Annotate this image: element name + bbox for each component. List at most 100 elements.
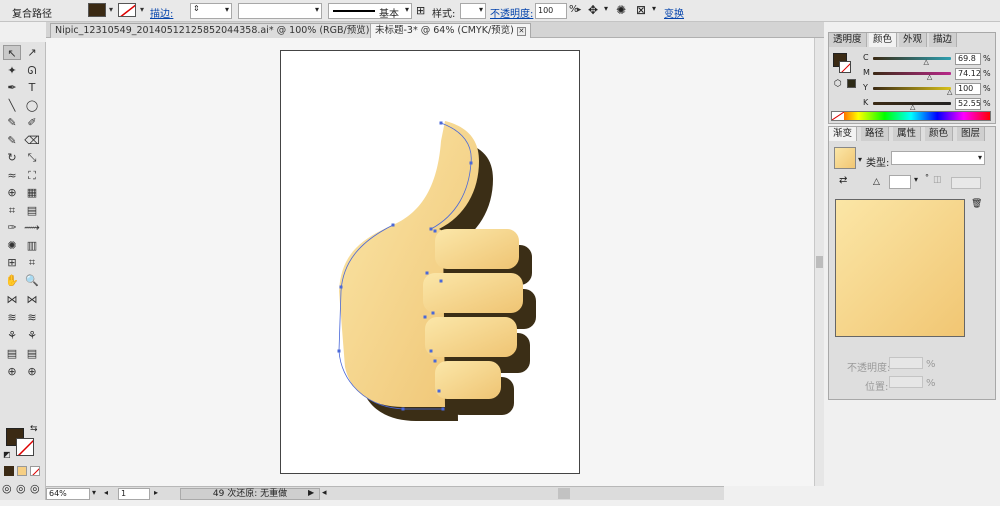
channel-value-k[interactable]: 52.55: [955, 98, 981, 110]
anchor-point[interactable]: [439, 279, 443, 283]
zoom-tool-icon[interactable]: 🔍: [23, 273, 41, 288]
live-paint-tool-icon[interactable]: ⚘: [3, 328, 21, 343]
angle-input[interactable]: [889, 175, 911, 189]
recolor-artwork-icon[interactable]: ✥: [588, 3, 598, 17]
color-panel-tab-3[interactable]: 描边: [929, 33, 958, 47]
recolor-arrow[interactable]: ▾: [604, 4, 608, 13]
out-of-gamut-icon[interactable]: ⬡: [834, 79, 842, 89]
reverse-gradient-icon[interactable]: ⇄: [839, 175, 847, 186]
ellipse-tool-icon[interactable]: ◯: [23, 98, 41, 113]
channel-slider-y[interactable]: [873, 87, 951, 90]
default-colors-icon[interactable]: ◩: [3, 450, 11, 459]
style-dropdown[interactable]: ▾: [460, 3, 486, 19]
hand-tool-icon[interactable]: ✋: [3, 273, 21, 288]
slice-tool-icon[interactable]: ⌗: [23, 255, 41, 270]
gradient-panel-tab-4[interactable]: 图层: [957, 127, 986, 141]
magic-wand-tool-icon[interactable]: ✦: [3, 63, 21, 78]
gradient-panel-tab-3[interactable]: 颜色: [925, 127, 954, 141]
draw-behind-icon[interactable]: ◎: [16, 482, 26, 495]
perspective-grid-tool-icon[interactable]: ▤: [3, 346, 21, 361]
crosshair-alt-tool-icon[interactable]: ⊕: [23, 364, 41, 379]
warp-tool-icon[interactable]: ⋈: [3, 292, 21, 307]
anchor-point[interactable]: [429, 227, 433, 231]
anchor-point[interactable]: [439, 121, 443, 125]
eraser-tool-icon[interactable]: ⌫: [23, 133, 41, 148]
perspective-grid-alt-tool-icon[interactable]: ▤: [23, 346, 41, 361]
color-panel-tab-2[interactable]: 外观: [899, 33, 928, 47]
transform-link[interactable]: 变换: [664, 5, 684, 20]
stroke-color-icon[interactable]: [839, 61, 851, 73]
channel-slider-c[interactable]: [873, 57, 951, 60]
rotate-tool-icon[interactable]: ↻: [3, 150, 21, 165]
gamut-swatch[interactable]: [847, 79, 856, 88]
gradient-type-select[interactable]: ▾: [891, 151, 985, 165]
anchor-point[interactable]: [431, 311, 435, 315]
anchor-point[interactable]: [423, 315, 427, 319]
paintbrush-tool-icon[interactable]: ✎: [3, 115, 21, 130]
fill-color-swatch[interactable]: [88, 3, 106, 17]
draw-inside-icon[interactable]: ◎: [30, 482, 40, 495]
channel-thumb-m[interactable]: △: [927, 73, 932, 81]
anchor-point[interactable]: [391, 223, 395, 227]
anchor-point[interactable]: [401, 407, 405, 411]
fill-dropdown-arrow[interactable]: ▾: [107, 3, 115, 17]
tab-document-2[interactable]: 未标题-3* @ 64% (CMYK/预览) ✕: [370, 23, 531, 38]
stroke-color-icon[interactable]: [16, 438, 34, 456]
stroke-weight-input[interactable]: ⇕ ▾: [190, 3, 232, 19]
lasso-tool-icon[interactable]: ᘏ: [23, 63, 41, 78]
opacity-label[interactable]: 不透明度:: [490, 5, 533, 20]
column-graph-tool-icon[interactable]: ▥: [23, 238, 41, 253]
thumbs-up-artwork[interactable]: [281, 51, 581, 475]
artboard-tool-icon[interactable]: ⊞: [3, 255, 21, 270]
crosshair-tool-icon[interactable]: ⊕: [3, 364, 21, 379]
tab-document-1[interactable]: Nipic_12310549_20140512125852044358.ai* …: [50, 23, 387, 38]
mesh-tool-icon[interactable]: ⌗: [3, 203, 21, 218]
scale-tool-icon[interactable]: ⤡: [23, 150, 41, 165]
anchor-point[interactable]: [437, 389, 441, 393]
channel-value-c[interactable]: 69.8: [955, 53, 981, 65]
color-mode-icon[interactable]: [4, 466, 14, 476]
color-spectrum[interactable]: [831, 111, 991, 121]
next-artboard-icon[interactable]: ▸: [154, 488, 158, 497]
artboard[interactable]: [280, 50, 580, 474]
anchor-point[interactable]: [433, 359, 437, 363]
anchor-point[interactable]: [337, 349, 341, 353]
gradient-thumbnail[interactable]: [834, 147, 856, 169]
color-panel-tab-1[interactable]: 颜色: [869, 33, 898, 47]
opacity-arrow[interactable]: ▸: [575, 3, 583, 17]
zoom-select[interactable]: 64%: [46, 488, 90, 500]
blend-tool-icon[interactable]: ⟿: [23, 220, 41, 235]
anchor-point[interactable]: [469, 161, 473, 165]
type-tool-icon[interactable]: T: [23, 80, 41, 95]
live-paint-alt-tool-icon[interactable]: ⚘: [23, 328, 41, 343]
gradient-tool-icon[interactable]: ▤: [23, 203, 41, 218]
aspect-ratio-input[interactable]: [951, 177, 981, 189]
gradient-panel-tab-1[interactable]: 路径: [861, 127, 890, 141]
pencil-tool-icon[interactable]: ✐: [23, 115, 41, 130]
channel-value-y[interactable]: 100: [955, 83, 981, 95]
channel-value-m[interactable]: 74.12: [955, 68, 981, 80]
channel-thumb-y[interactable]: △: [947, 88, 952, 96]
anchor-point[interactable]: [433, 229, 437, 233]
warp-tool-icon[interactable]: ≈: [3, 168, 21, 183]
perspective-tool-icon[interactable]: ▦: [23, 185, 41, 200]
warp-alt-tool-icon[interactable]: ⋈: [23, 292, 41, 307]
gradient-panel-tab-2[interactable]: 属性: [893, 127, 922, 141]
stroke-none-swatch[interactable]: [118, 3, 136, 17]
stroke-label[interactable]: 描边:: [150, 5, 173, 20]
align-arrow[interactable]: ▾: [652, 4, 656, 13]
draw-normal-icon[interactable]: ◎: [2, 482, 12, 495]
blob-brush-tool-icon[interactable]: ✎: [3, 133, 21, 148]
artboard-number[interactable]: 1: [118, 488, 150, 500]
free-transform-tool-icon[interactable]: ⛶: [23, 168, 41, 183]
color-panel-tab-0[interactable]: 透明度: [829, 33, 867, 47]
pen-tool-icon[interactable]: ✒: [3, 80, 21, 95]
channel-slider-m[interactable]: [873, 72, 951, 75]
stop-location-input[interactable]: [889, 376, 923, 388]
align-icon[interactable]: ⊠: [636, 3, 646, 17]
swap-icon[interactable]: ⇆: [30, 424, 38, 434]
close-icon[interactable]: ✕: [516, 27, 526, 36]
recolor-icon[interactable]: ✺: [616, 3, 626, 17]
symbol-sprayer-tool-icon[interactable]: ✺: [3, 238, 21, 253]
line-tool-icon[interactable]: ╲: [3, 98, 21, 113]
